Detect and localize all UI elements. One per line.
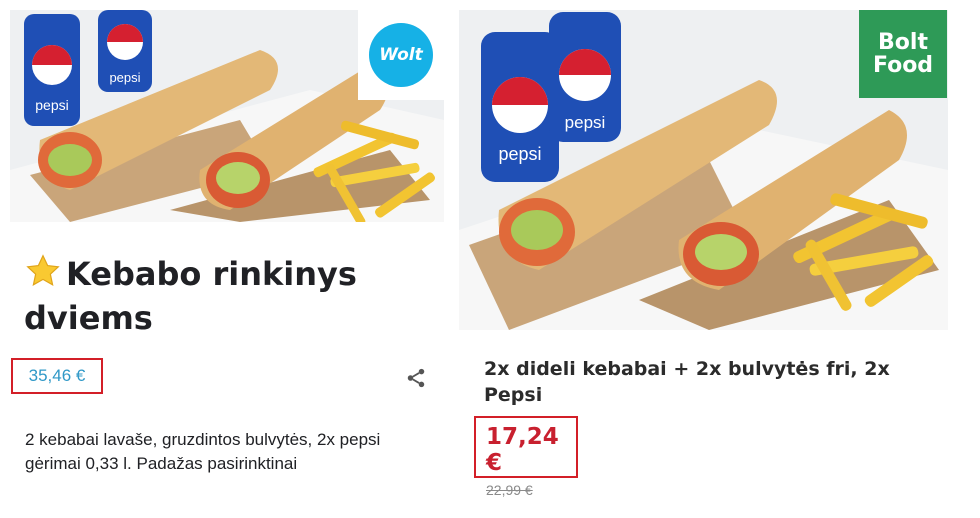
price-highlight: 17,24 € 22,99 € [474,416,578,498]
product-title: Kebabo rinkinys dviems [24,252,444,340]
star-icon [26,254,60,286]
svg-text:pepsi: pepsi [498,144,541,164]
product-title-text: Kebabo rinkinys dviems [24,255,357,337]
bolt-logo-line1: Bolt [878,30,928,55]
old-price: 22,99 € [486,482,533,498]
svg-text:pepsi: pepsi [35,97,68,113]
price-text: 35,46 € [28,366,86,385]
bolt-logo-line2: Food [872,53,934,78]
wolt-logo-mark: Wolt [369,23,433,87]
bolt-food-listing: pepsi pepsi Bolt Food 2x dideli kebabai … [458,0,980,518]
wolt-logo: Wolt [358,10,444,100]
bolt-food-logo: Bolt Food [859,10,947,98]
svg-text:pepsi: pepsi [109,70,140,85]
product-description: 2 kebabai lavaše, gruzdintos bulvytės, 2… [25,430,381,473]
svg-text:pepsi: pepsi [565,113,606,132]
wolt-listing: pepsi pepsi Wolt Kebabo rinkinys dviems [0,0,452,518]
share-icon[interactable] [405,367,427,389]
current-price: 17,24 € [486,424,559,476]
price-highlight: 35,46 € [11,358,103,394]
product-title: 2x dideli kebabai + 2x bulvytės fri, 2x … [484,358,890,406]
